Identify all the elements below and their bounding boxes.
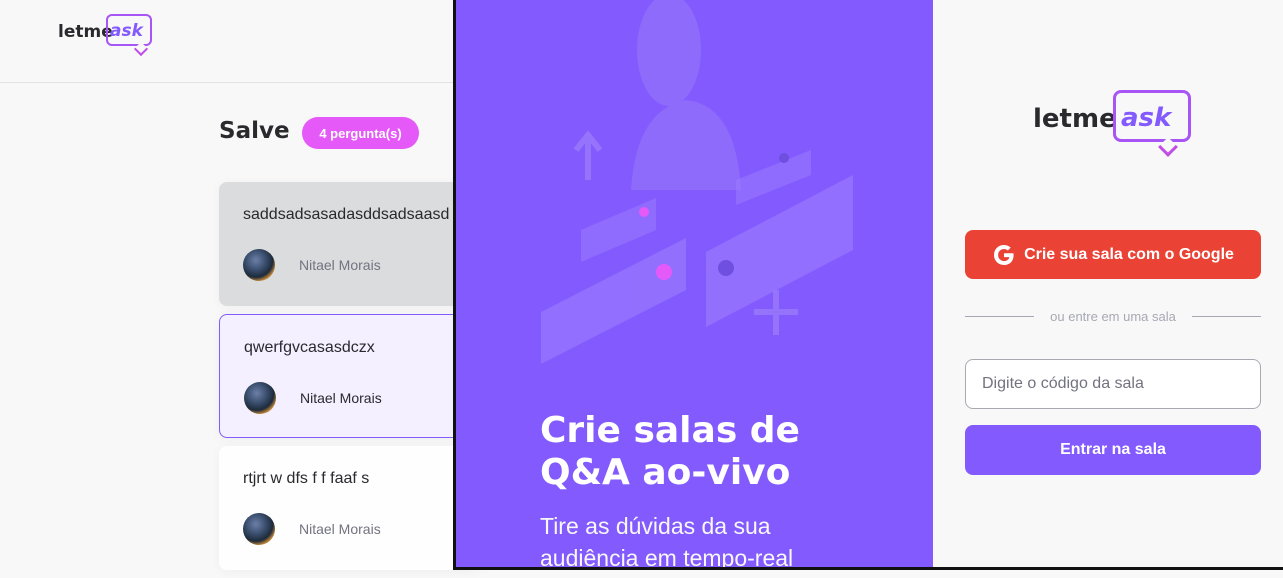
auth-overlay: Crie salas de Q&A ao-vivo Tire as dúvida… [453,0,1283,570]
aside-title: Crie salas de Q&A ao-vivo [540,410,800,493]
separator-text: ou entre em uma sala [1050,309,1176,324]
aside-subtitle: Tire as dúvidas da sua audiência em temp… [540,513,794,567]
question-card: qwerfgvcasasdczx Nitael Morais [219,314,479,438]
google-icon [994,244,1014,265]
logo-text-prefix: letme [1033,104,1117,134]
question-content: saddsadsasadasddsadsaasd [243,206,450,223]
question-author: Nitael Morais [299,521,381,537]
question-count-badge: 4 pergunta(s) [302,117,419,149]
create-room-google-button[interactable]: Crie sua sala com o Google [965,230,1261,279]
logo-text-suffix: ask [1121,103,1172,133]
letmeask-logo[interactable]: letme ask [58,14,154,58]
room-title: Salve [219,118,290,144]
avatar [244,382,276,414]
auth-aside: Crie salas de Q&A ao-vivo Tire as dúvida… [456,0,933,567]
logo-text-suffix: ask [110,21,143,41]
google-button-label: Crie sua sala com o Google [1024,245,1234,263]
question-card: rtjrt w dfs f f faaf s Nitael Morais [219,446,479,570]
question-card: saddsadsasadasddsadsaasd Nitael Morais [219,182,479,306]
question-content: qwerfgvcasasdczx [244,339,375,356]
room-code-input[interactable] [965,359,1261,409]
letmeask-logo: letme ask [1033,90,1193,166]
avatar [243,249,275,281]
logo-text-prefix: letme [58,22,113,42]
auth-main: letme ask Crie sua sala com o Google ou … [933,0,1283,567]
enter-button-label: Entrar na sala [1060,441,1166,458]
question-author: Nitael Morais [299,257,381,273]
avatar [243,513,275,545]
separator: ou entre em uma sala [965,309,1262,324]
question-content: rtjrt w dfs f f faaf s [243,470,370,487]
enter-room-button[interactable]: Entrar na sala [965,425,1261,475]
question-author: Nitael Morais [300,390,382,406]
illustration-icon [541,0,853,364]
